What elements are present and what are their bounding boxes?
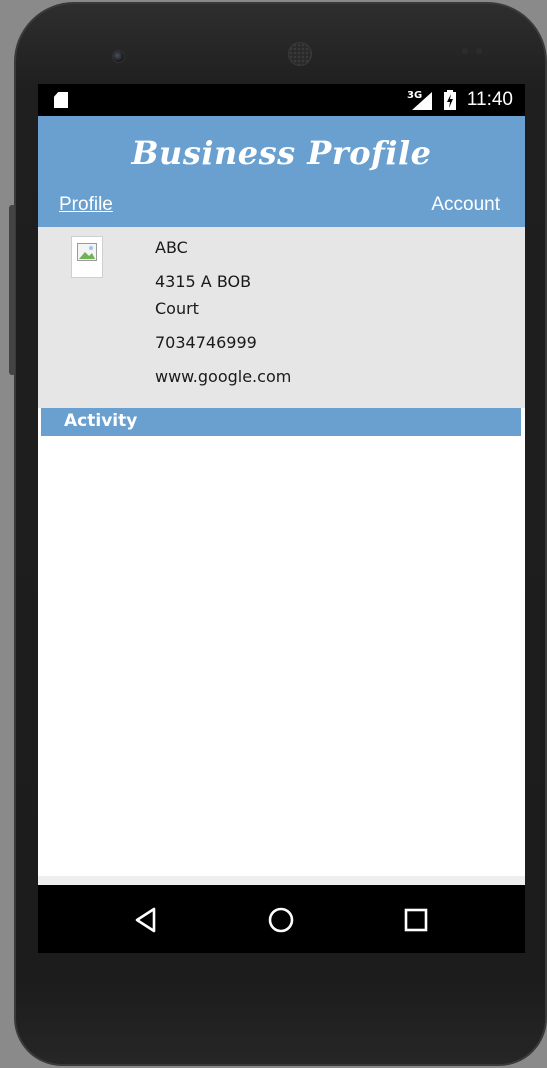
website-link[interactable]: www.google.com: [155, 367, 291, 386]
speaker-grille: [288, 42, 312, 66]
bottom-strip: [38, 876, 525, 885]
tab-account[interactable]: Account: [431, 194, 500, 216]
side-button: [9, 205, 15, 375]
avatar: [71, 236, 103, 278]
activity-header: Activity: [41, 408, 521, 436]
page-title: Business Profile: [131, 134, 432, 172]
business-name: ABC: [155, 238, 188, 257]
sd-card-icon: [54, 92, 68, 108]
activity-label: Activity: [64, 411, 138, 431]
address-line-1: 4315 A BOB: [155, 272, 252, 291]
profile-panel: ABC 4315 A BOB Court 7034746999 www.goog…: [38, 227, 525, 408]
back-icon[interactable]: [129, 903, 163, 937]
phone-number[interactable]: 7034746999: [155, 333, 257, 352]
screen: 3G 11:40 Business Profile Profile Accoun…: [38, 84, 525, 953]
app-header: Business Profile Profile Account: [38, 116, 525, 227]
address-line-2: Court: [155, 299, 199, 318]
recents-icon[interactable]: [399, 903, 433, 937]
proximity-sensor: [462, 48, 492, 56]
status-time: 11:40: [466, 89, 513, 110]
navigation-bar: [38, 885, 525, 953]
signal-icon: [412, 92, 432, 110]
front-camera: [112, 50, 125, 63]
tab-profile[interactable]: Profile: [59, 194, 113, 216]
home-icon[interactable]: [264, 903, 298, 937]
battery-charging-icon: [444, 90, 456, 110]
status-bar: 3G 11:40: [38, 84, 525, 116]
activity-list: [38, 436, 525, 876]
broken-image-icon: [77, 243, 97, 261]
